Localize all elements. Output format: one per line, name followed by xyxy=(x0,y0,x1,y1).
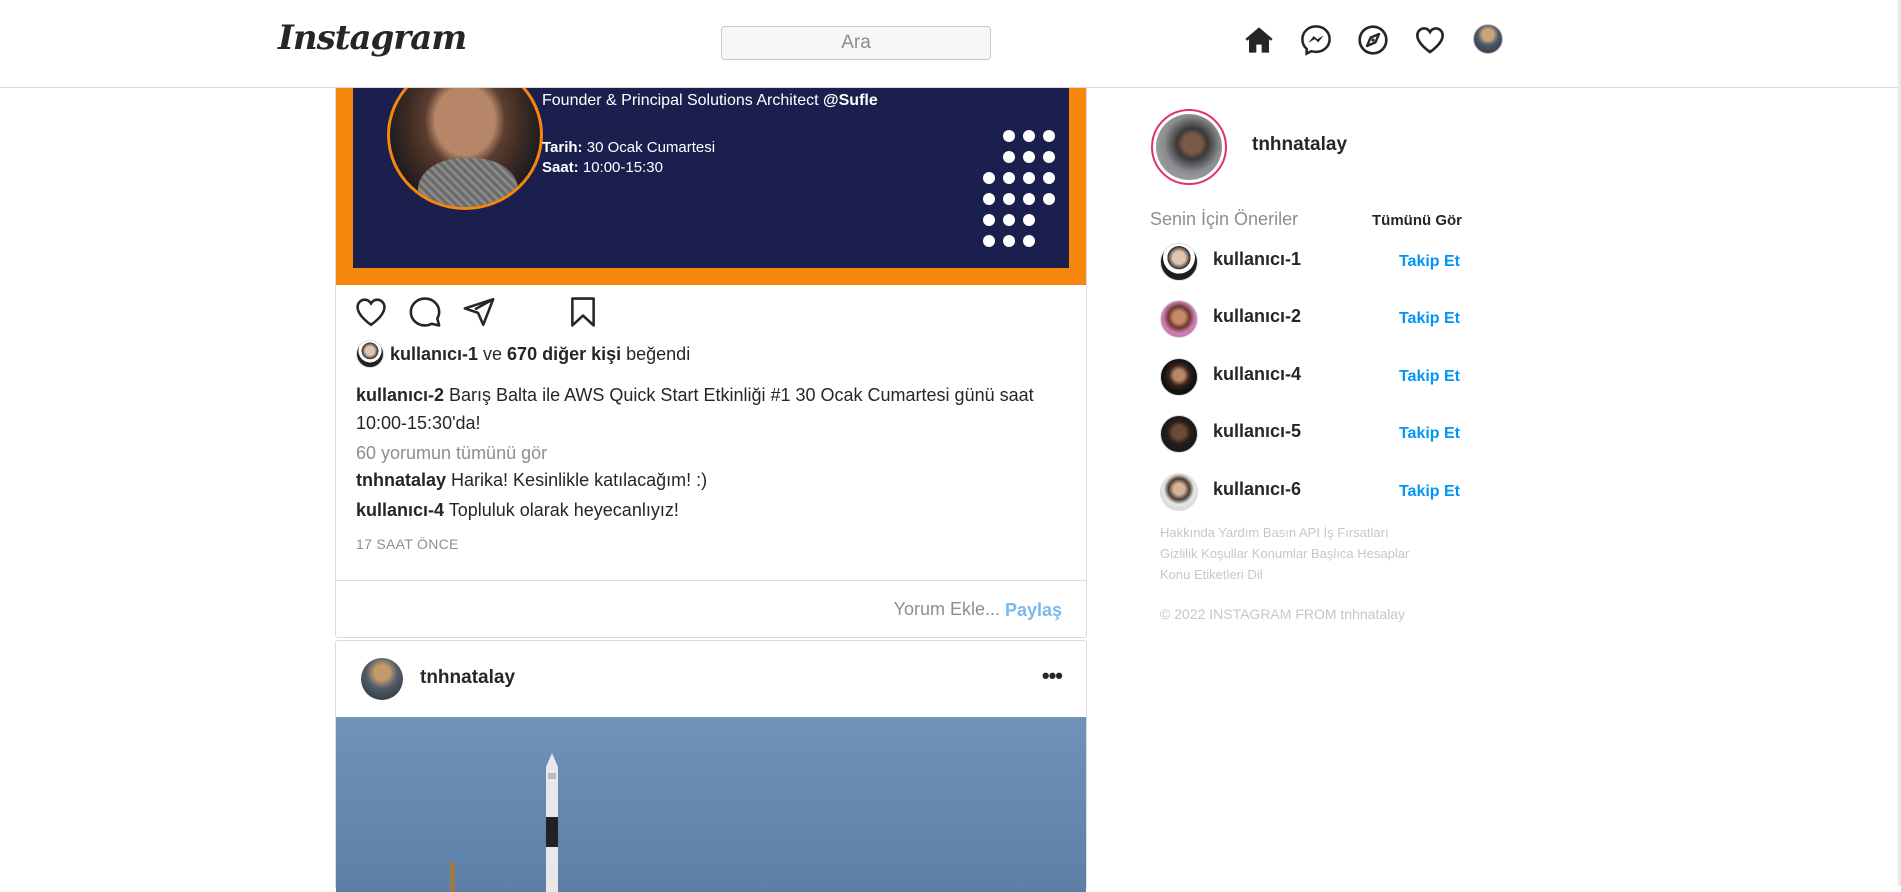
see-all-link[interactable]: Tümünü Gör xyxy=(1372,212,1462,229)
decorative-dot xyxy=(983,172,995,184)
event-time: Saat: 10:00-15:30 xyxy=(542,159,663,176)
comment-input[interactable] xyxy=(700,599,1000,620)
suggestion-avatar[interactable] xyxy=(1160,300,1198,338)
liker-avatar[interactable] xyxy=(356,340,384,368)
decorative-dot xyxy=(1003,151,1015,163)
decorative-dot xyxy=(983,235,995,247)
suggestion-avatar[interactable] xyxy=(1160,415,1198,453)
suggestion-username[interactable]: kullanıcı-4 xyxy=(1213,364,1301,385)
feed-post: tnhnatalay ••• xyxy=(335,640,1087,892)
suggestions-title: Senin İçin Öneriler xyxy=(1150,209,1299,229)
like-icon[interactable] xyxy=(354,295,388,329)
speaker-title: Founder & Principal Solutions Architect … xyxy=(542,92,878,109)
decorative-dot xyxy=(1023,214,1035,226)
decorative-dot xyxy=(1043,172,1055,184)
suggestion-username[interactable]: kullanıcı-5 xyxy=(1213,421,1301,442)
instagram-logo[interactable]: Instagram xyxy=(278,18,467,58)
more-options-icon[interactable]: ••• xyxy=(1042,663,1063,689)
view-all-comments-link[interactable]: 60 yorumun tümünü gör xyxy=(356,443,547,464)
liker-username[interactable]: kullanıcı-1 xyxy=(390,344,478,364)
comment-username[interactable]: tnhnatalay xyxy=(356,470,446,490)
suggestion-avatar[interactable] xyxy=(1160,243,1198,281)
decorative-dot xyxy=(1003,193,1015,205)
comment: tnhnatalay Harika! Kesinlikle katılacağı… xyxy=(356,470,708,490)
footer-links[interactable]: Hakkında Yardım Basın API İş Fırsatları … xyxy=(1160,522,1420,585)
decorative-dot xyxy=(1043,151,1055,163)
comment: kullanıcı-4 Topluluk olarak heyecanlıyız… xyxy=(356,500,679,520)
decorative-dot xyxy=(1003,235,1015,247)
decorative-dot xyxy=(983,214,995,226)
decorative-dot xyxy=(1023,151,1035,163)
suggestion-username[interactable]: kullanıcı-1 xyxy=(1213,249,1301,270)
comment-icon[interactable] xyxy=(408,295,442,329)
suggestion-item: kullanıcı-1 Takip Et xyxy=(1160,243,1460,283)
likes-count[interactable]: 670 diğer kişi xyxy=(507,344,621,364)
caption-username[interactable]: kullanıcı-2 xyxy=(356,385,444,405)
decorative-dot xyxy=(1023,235,1035,247)
follow-button[interactable]: Takip Et xyxy=(1399,483,1460,501)
decorative-dot xyxy=(1003,172,1015,184)
decorative-dot xyxy=(1023,193,1035,205)
messenger-icon[interactable] xyxy=(1300,24,1332,56)
event-banner: Founder & Principal Solutions Architect … xyxy=(353,60,1069,268)
suggestion-item: kullanıcı-4 Takip Et xyxy=(1160,358,1460,398)
decorative-dot xyxy=(1003,130,1015,142)
copyright-text: © 2022 INSTAGRAM FROM tnhnatalay xyxy=(1160,606,1406,622)
suggestion-avatar[interactable] xyxy=(1160,473,1198,511)
event-date: Tarih: 30 Ocak Cumartesi xyxy=(542,139,716,156)
save-bookmark-icon[interactable] xyxy=(566,295,600,329)
suggestion-item: kullanıcı-5 Takip Et xyxy=(1160,415,1460,455)
decorative-dots xyxy=(983,130,1073,255)
search-input[interactable] xyxy=(721,26,991,60)
feed-post: Founder & Principal Solutions Architect … xyxy=(335,60,1087,638)
post-timestamp: 17 SAAT ÖNCE xyxy=(356,536,459,552)
decorative-dot xyxy=(983,193,995,205)
decorative-dot xyxy=(1023,130,1035,142)
decorative-dot xyxy=(1023,172,1035,184)
post-author-avatar[interactable] xyxy=(361,658,403,700)
share-icon[interactable] xyxy=(462,295,496,329)
follow-button[interactable]: Takip Et xyxy=(1399,253,1460,271)
follow-button[interactable]: Takip Et xyxy=(1399,425,1460,443)
heart-icon[interactable] xyxy=(1414,24,1446,56)
decorative-dot xyxy=(1043,193,1055,205)
suggestion-username[interactable]: kullanıcı-2 xyxy=(1213,306,1301,327)
decorative-dot xyxy=(1043,130,1055,142)
post-comment-button[interactable]: Paylaş xyxy=(1005,600,1062,621)
profile-avatar[interactable] xyxy=(1473,24,1503,54)
follow-button[interactable]: Takip Et xyxy=(1399,368,1460,386)
follow-button[interactable]: Takip Et xyxy=(1399,310,1460,328)
home-icon[interactable] xyxy=(1243,24,1275,56)
post-actions xyxy=(354,295,1074,331)
suggestion-username[interactable]: kullanıcı-6 xyxy=(1213,479,1301,500)
rocket-launch-image xyxy=(450,753,558,892)
post-caption: kullanıcı-2 Barış Balta ile AWS Quick St… xyxy=(356,385,1034,433)
post-image[interactable] xyxy=(336,717,1086,892)
current-user-avatar[interactable] xyxy=(1151,109,1227,185)
current-user-username[interactable]: tnhnatalay xyxy=(1252,134,1347,156)
suggestion-item: kullanıcı-2 Takip Et xyxy=(1160,300,1460,340)
comment-username[interactable]: kullanıcı-4 xyxy=(356,500,444,520)
explore-icon[interactable] xyxy=(1357,24,1389,56)
top-navigation-bar: Instagram xyxy=(0,0,1898,88)
decorative-dot xyxy=(1003,214,1015,226)
post-author-username[interactable]: tnhnatalay xyxy=(420,667,515,689)
suggestion-avatar[interactable] xyxy=(1160,358,1198,396)
post-image[interactable]: Founder & Principal Solutions Architect … xyxy=(336,60,1086,285)
add-comment-bar: Paylaş xyxy=(336,580,1086,637)
likes-summary: kullanıcı-1 ve 670 diğer kişi beğendi xyxy=(356,340,690,368)
suggestion-item: kullanıcı-6 Takip Et xyxy=(1160,473,1460,513)
